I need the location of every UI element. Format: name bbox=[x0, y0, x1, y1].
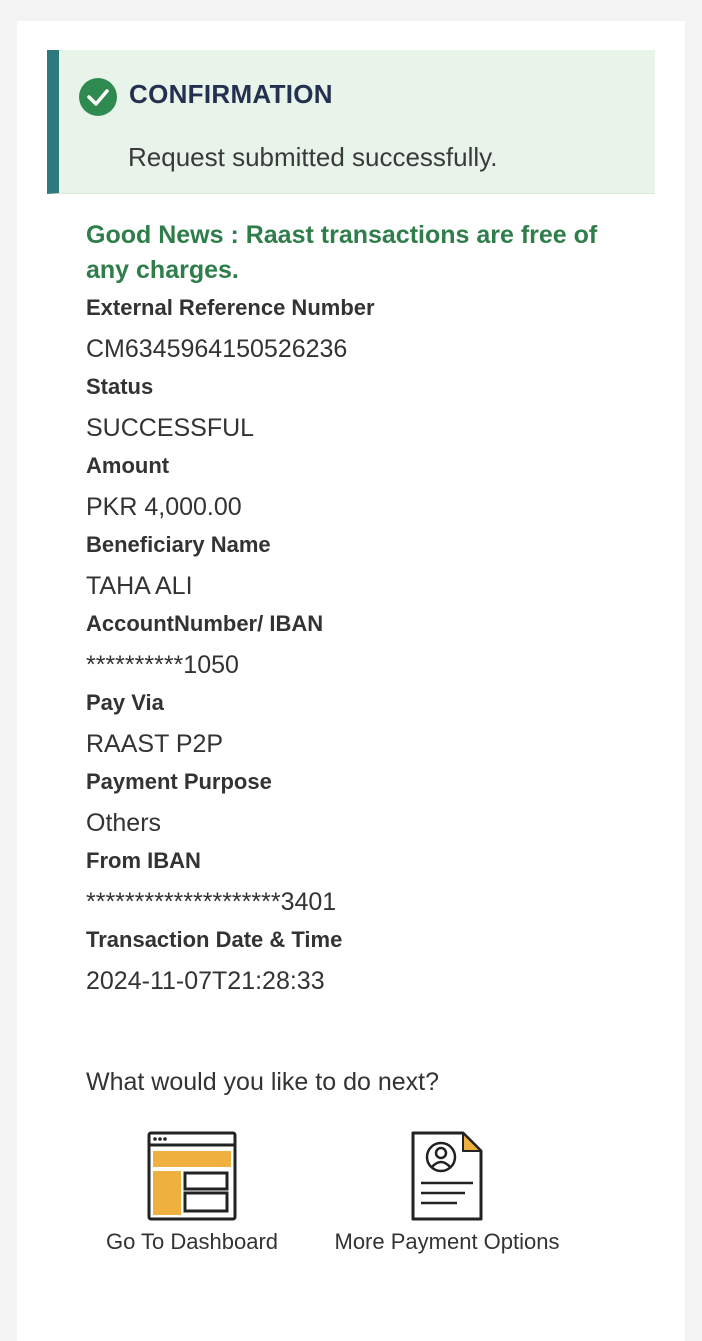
go-to-dashboard-button[interactable]: Go To Dashboard bbox=[87, 1131, 297, 1255]
external-reference-value: CM6345964150526236 bbox=[86, 335, 348, 363]
confirmation-message: Request submitted successfully. bbox=[128, 142, 498, 172]
amount-value: PKR 4,000.00 bbox=[86, 493, 242, 521]
transaction-datetime-label: Transaction Date & Time bbox=[86, 927, 343, 952]
dashboard-icon bbox=[147, 1131, 237, 1221]
payment-purpose-label: Payment Purpose bbox=[86, 769, 272, 794]
check-circle-icon bbox=[79, 78, 117, 116]
account-number-label: AccountNumber/ IBAN bbox=[86, 611, 324, 636]
go-to-dashboard-label: Go To Dashboard bbox=[105, 1229, 279, 1254]
transaction-details: External Reference Number CM634596415052… bbox=[86, 291, 646, 1002]
transaction-datetime-value: 2024-11-07T21:28:33 bbox=[86, 967, 325, 995]
pay-via-label: Pay Via bbox=[86, 690, 164, 715]
more-payment-options-label: More Payment Options bbox=[334, 1229, 560, 1254]
from-iban-label: From IBAN bbox=[86, 848, 201, 873]
external-reference-label: External Reference Number bbox=[86, 295, 375, 320]
confirmation-card: CONFIRMATION Request submitted successfu… bbox=[17, 21, 685, 1341]
beneficiary-name-label: Beneficiary Name bbox=[86, 532, 271, 557]
confirmation-title: CONFIRMATION bbox=[129, 79, 333, 109]
amount-label: Amount bbox=[86, 453, 170, 478]
status-label: Status bbox=[86, 374, 154, 399]
payment-purpose-value: Others bbox=[86, 809, 162, 837]
status-value: SUCCESSFUL bbox=[86, 414, 255, 442]
account-number-value: **********1050 bbox=[86, 651, 239, 679]
good-news-notice: Good News : Raast transactions are free … bbox=[86, 221, 598, 284]
more-payment-options-button[interactable]: More Payment Options bbox=[317, 1131, 577, 1255]
document-user-icon bbox=[411, 1131, 483, 1221]
from-iban-value: ********************3401 bbox=[86, 888, 337, 916]
next-steps-title: What would you like to do next? bbox=[86, 1068, 439, 1096]
beneficiary-name-value: TAHA ALI bbox=[86, 572, 193, 600]
confirmation-banner: CONFIRMATION Request submitted successfu… bbox=[47, 50, 655, 194]
pay-via-value: RAAST P2P bbox=[86, 730, 224, 758]
